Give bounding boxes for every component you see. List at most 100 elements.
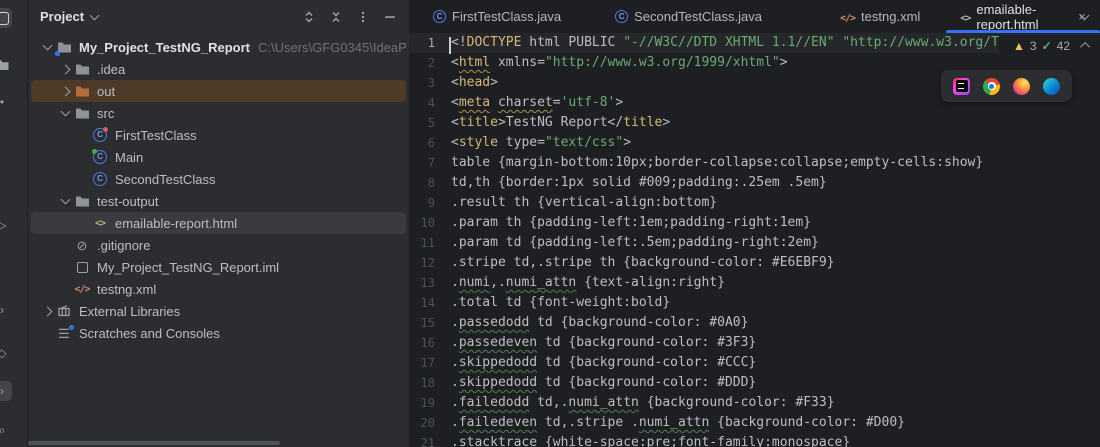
- more-options-icon[interactable]: [354, 8, 372, 26]
- line-number[interactable]: 3: [409, 73, 435, 93]
- expand-all-icon[interactable]: [300, 8, 318, 26]
- project-path: C:\Users\GFG0345\IdeaProje: [258, 40, 406, 55]
- tree-row-testng-xml[interactable]: </>testng.xml: [31, 278, 406, 300]
- line-number[interactable]: 17: [409, 353, 435, 373]
- tree-row-secondtestclass[interactable]: CSecondTestClass: [31, 168, 406, 190]
- line-number[interactable]: 18: [409, 373, 435, 393]
- tree-row-test-output[interactable]: test-output: [31, 190, 406, 212]
- tab-testng-xml[interactable]: </>testng.xml: [826, 0, 934, 33]
- tree-chevron-icon[interactable]: [57, 111, 73, 115]
- tab-label: SecondTestClass.java: [634, 9, 762, 24]
- tree-row-my-project-testng-report[interactable]: My_Project_TestNG_Report C:\Users\GFG0345…: [31, 36, 406, 58]
- line-number[interactable]: 12: [409, 253, 435, 273]
- line-number[interactable]: 14: [409, 293, 435, 313]
- tree-row-gitignore[interactable]: ⊘.gitignore: [31, 234, 406, 256]
- collapse-all-icon[interactable]: [327, 8, 345, 26]
- chevron-down-icon[interactable]: [90, 10, 100, 20]
- code-line-20: 20.failedeven td,.stripe .numi_attn {bac…: [409, 413, 1100, 433]
- idea-preview-icon[interactable]: [953, 78, 970, 95]
- tree-item-label: SecondTestClass: [115, 172, 215, 187]
- hide-panel-icon[interactable]: [381, 8, 399, 26]
- line-number[interactable]: 15: [409, 313, 435, 333]
- tree-chevron-icon[interactable]: [39, 45, 55, 49]
- editor-area: CFirstTestClass.java CSecondTestClass.jav…: [409, 0, 1100, 447]
- tree-item-label: Main: [115, 150, 143, 165]
- tree-row-my-project-testng-report-iml[interactable]: My_Project_TestNG_Report.iml: [31, 256, 406, 278]
- commit-tool-icon[interactable]: [0, 55, 12, 75]
- code-line-21: 21.stacktrace {white-space:pre;font-fami…: [409, 433, 1100, 447]
- tree-row-firsttestclass[interactable]: CFirstTestClass: [31, 124, 406, 146]
- line-number[interactable]: 16: [409, 333, 435, 353]
- warning-count[interactable]: 3: [1030, 39, 1037, 53]
- text-caret: [449, 37, 451, 54]
- problems-icon[interactable]: ›: [0, 300, 12, 320]
- line-number[interactable]: 6: [409, 133, 435, 153]
- tree-row-idea[interactable]: .idea: [31, 58, 406, 80]
- line-number[interactable]: 5: [409, 113, 435, 133]
- line-number[interactable]: 9: [409, 193, 435, 213]
- tree-chevron-icon[interactable]: [57, 66, 73, 73]
- code-line-14: 14.total td {font-weight:bold}: [409, 293, 1100, 313]
- tab-list-dropdown-icon[interactable]: [1081, 0, 1088, 33]
- line-number[interactable]: 13: [409, 273, 435, 293]
- tree-chevron-icon[interactable]: [39, 308, 55, 315]
- project-tool-icon[interactable]: [0, 8, 12, 28]
- code-line-7: 7table {margin-bottom:10px;border-collap…: [409, 153, 1100, 173]
- tree-chevron-icon[interactable]: [57, 88, 73, 95]
- code-line-17: 17.skippedodd td {background-color: #CCC…: [409, 353, 1100, 373]
- tree-row-out[interactable]: out: [31, 80, 406, 102]
- project-panel: Project My_Project_TestNG_Report C:\Users…: [28, 0, 409, 447]
- code-line-13: 13.numi,.numi_attn {text-align:right}: [409, 273, 1100, 293]
- firefox-icon[interactable]: [1013, 78, 1030, 95]
- terminal-icon[interactable]: ›: [0, 381, 12, 401]
- code-line-6: 6<style type="text/css">: [409, 133, 1100, 153]
- tree-row-main[interactable]: CMain: [31, 146, 406, 168]
- line-number[interactable]: 20: [409, 413, 435, 433]
- tool-window-title[interactable]: Project: [40, 9, 84, 24]
- tab-label: emailable-report.html: [976, 2, 1066, 32]
- tree-chevron-icon[interactable]: [57, 199, 73, 203]
- line-number[interactable]: 1: [409, 33, 435, 53]
- tree-row-emailable-report-html[interactable]: <>emailable-report.html: [31, 212, 406, 234]
- edge-icon[interactable]: [1043, 78, 1060, 95]
- line-number[interactable]: 7: [409, 153, 435, 173]
- class-test-icon: C: [91, 126, 109, 144]
- typo-count[interactable]: 42: [1057, 39, 1070, 53]
- tab-firsttestclass-java[interactable]: CFirstTestClass.java: [419, 0, 575, 33]
- structure-icon[interactable]: ◇: [0, 343, 12, 363]
- horizontal-scrollbar[interactable]: [28, 441, 280, 445]
- tree-row-src[interactable]: src: [31, 102, 406, 124]
- browser-preview-toolbar: [941, 70, 1072, 102]
- code-line-18: 18.skippedodd td {background-color: #DDD…: [409, 373, 1100, 393]
- code-line-15: 15.passedodd td {background-color: #0A0}: [409, 313, 1100, 333]
- chrome-icon[interactable]: [983, 78, 1000, 95]
- collapse-widget-icon[interactable]: [1080, 42, 1090, 52]
- tree-item-label: Scratches and Consoles: [79, 326, 220, 341]
- line-number[interactable]: 21: [409, 433, 435, 447]
- tree-item-label: .idea: [97, 62, 125, 77]
- tree-item-label: emailable-report.html: [115, 216, 237, 231]
- line-number[interactable]: 8: [409, 173, 435, 193]
- tree-item-label: out: [97, 84, 115, 99]
- tree-item-label: My_Project_TestNG_Report: [79, 40, 250, 55]
- tree-row-scratches-and-consoles[interactable]: ☰ Scratches and Consoles: [31, 322, 406, 344]
- code-line-11: 11.param td {padding-left:.5em;padding-r…: [409, 233, 1100, 253]
- line-number[interactable]: 4: [409, 93, 435, 113]
- bookmark-dot-icon[interactable]: •: [0, 92, 12, 112]
- run-tool-icon[interactable]: ▷: [0, 215, 12, 235]
- tab-emailable-report-html[interactable]: <>emailable-report.html×: [946, 0, 1100, 33]
- tree-row-external-libraries[interactable]: External Libraries: [31, 300, 406, 322]
- line-number[interactable]: 10: [409, 213, 435, 233]
- code-line-19: 19.failedodd td,.numi_attn {background-c…: [409, 393, 1100, 413]
- tab-secondtestclass-java[interactable]: CSecondTestClass.java: [601, 0, 776, 33]
- line-number[interactable]: 11: [409, 233, 435, 253]
- scratch-icon: ☰: [55, 324, 73, 342]
- inspections-widget[interactable]: ▲ 3 ✓ 42: [999, 35, 1100, 56]
- line-number[interactable]: 2: [409, 53, 435, 73]
- folder-icon: [73, 192, 91, 210]
- project-panel-header: Project: [28, 0, 409, 33]
- warning-icon: ▲: [1013, 39, 1025, 53]
- tree-item-label: My_Project_TestNG_Report.iml: [97, 260, 279, 275]
- line-number[interactable]: 19: [409, 393, 435, 413]
- search-icon[interactable]: ⌕: [0, 420, 12, 440]
